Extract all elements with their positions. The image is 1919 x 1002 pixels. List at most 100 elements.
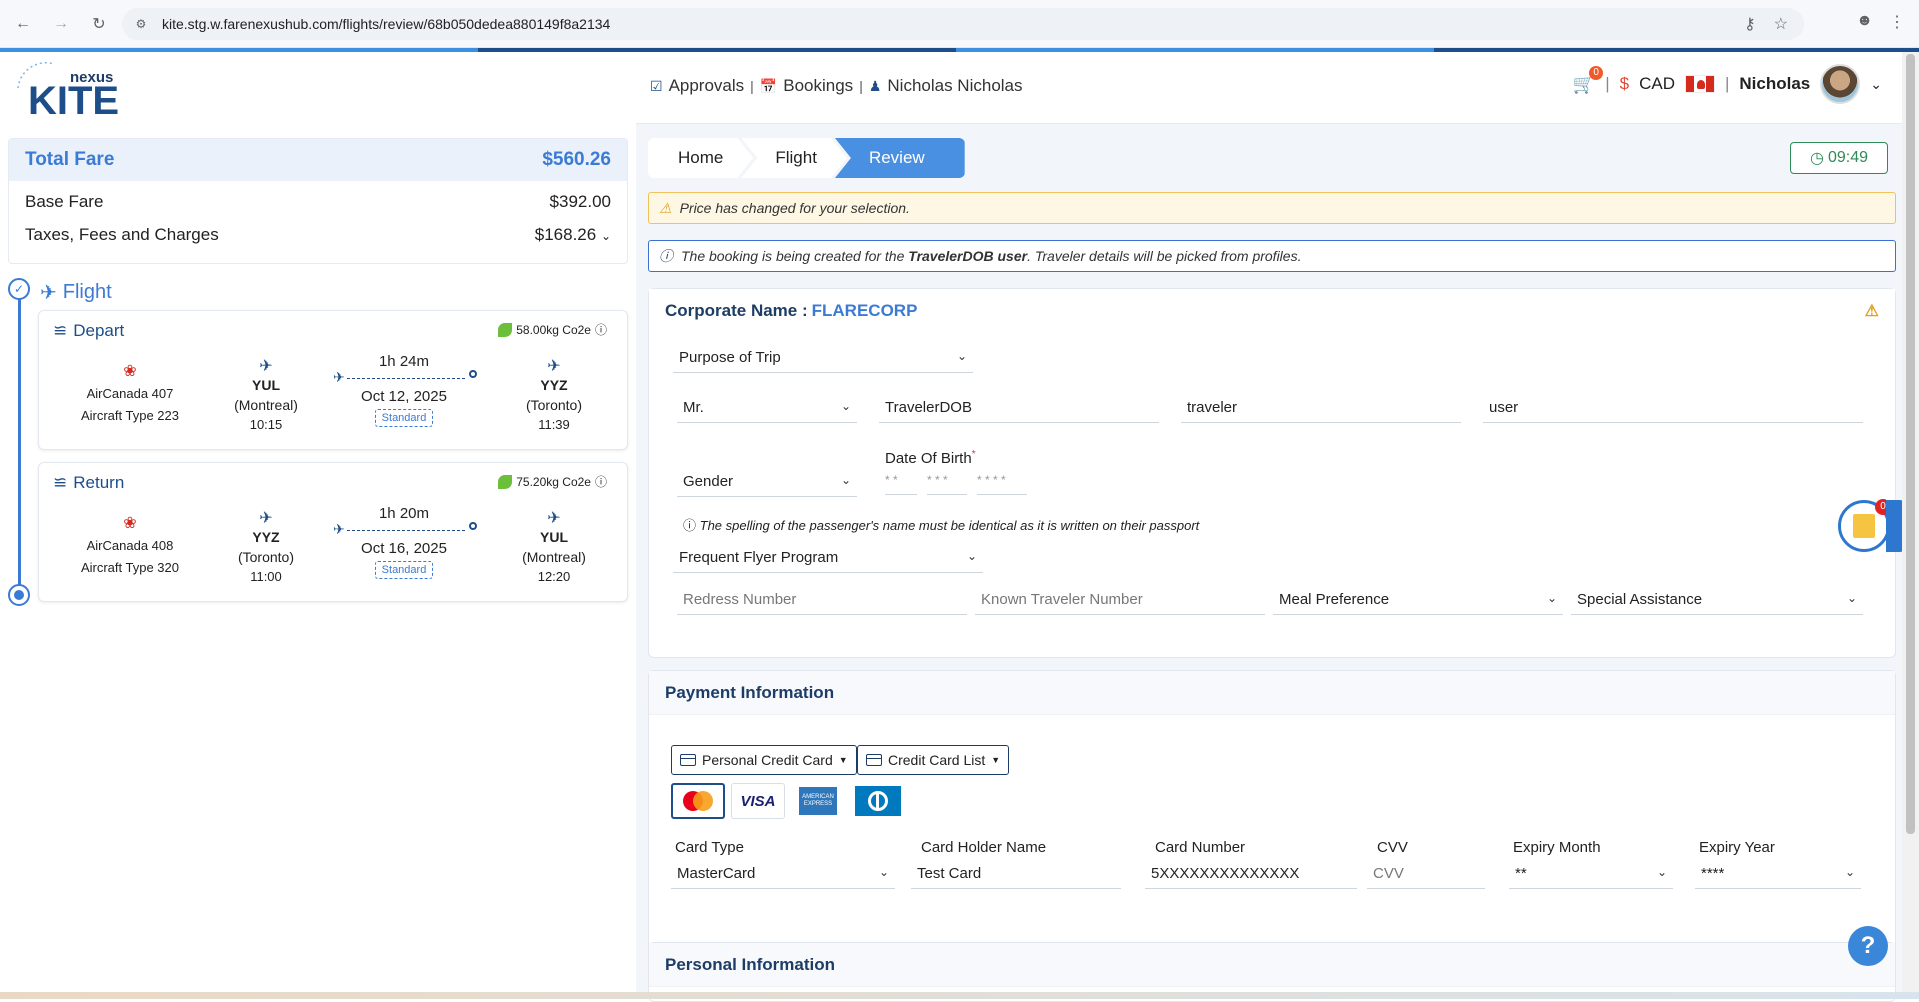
chevron-down-icon: ⌄ <box>956 349 967 363</box>
reload-icon[interactable]: ↻ <box>84 9 114 39</box>
cart-button[interactable]: 🛒 0 <box>1573 65 1604 95</box>
card-type-select[interactable]: MasterCard ⌄ <box>671 859 895 889</box>
depart-to-time: 11:39 <box>538 417 570 432</box>
profile-icon[interactable]: ☻ <box>1856 12 1873 32</box>
info-icon: ⓘ <box>683 518 697 533</box>
notes-widget[interactable]: 0 <box>1838 499 1891 552</box>
shield-check-icon: ☑ <box>650 77 663 94</box>
frequent-flyer-select[interactable]: Frequent Flyer Program ⌄ <box>673 543 983 573</box>
nav-divider: | <box>1724 74 1730 93</box>
chevron-down-icon[interactable]: ⌄ <box>1870 76 1882 93</box>
kite-logo[interactable]: nexus KITE <box>14 58 134 123</box>
url-text[interactable]: kite.stg.w.farenexushub.com/flights/revi… <box>162 16 610 32</box>
plane-icon: ✈ <box>333 369 345 385</box>
credit-card-list-dropdown[interactable]: Credit Card List ▼ <box>857 745 1010 775</box>
personal-info-title: Personal Information <box>649 943 1895 987</box>
expiry-year-select[interactable]: **** ⌄ <box>1695 859 1861 889</box>
taxes-toggle[interactable]: $168.26 ⌄ <box>535 225 611 245</box>
left-summary-panel: nexus KITE Total Fare $560.26 Base Fare … <box>0 52 636 992</box>
card-type-label: Card Type <box>675 839 744 856</box>
title-select[interactable]: Mr. ⌄ <box>677 393 857 423</box>
breadcrumb: Home Flight Review <box>648 138 965 178</box>
depart-from-time: 10:15 <box>249 417 283 432</box>
warning-icon[interactable]: ⚠ <box>1865 301 1879 321</box>
breadcrumb-flight[interactable]: Flight <box>741 138 847 178</box>
expiry-month-select[interactable]: ** ⌄ <box>1509 859 1673 889</box>
info-icon[interactable]: ⓘ <box>595 473 607 490</box>
depart-label: Depart <box>73 321 125 340</box>
meal-preference-select[interactable]: Meal Preference ⌄ <box>1273 585 1563 615</box>
last-name-input[interactable]: user <box>1483 393 1863 423</box>
price-change-alert: ⚠ Price has changed for your selection. <box>648 192 1896 224</box>
corporate-label: Corporate Name : <box>665 301 808 320</box>
depart-card: ≌ Depart 58.00kg Co2e ⓘ ❀ AirCanada 407 Ai… <box>38 310 628 450</box>
depart-from-city: (Montreal) <box>234 397 298 413</box>
card-holder-input[interactable]: Test Card <box>911 859 1121 889</box>
forward-icon[interactable]: → <box>46 9 76 39</box>
breadcrumb-home[interactable]: Home <box>648 138 753 178</box>
menu-dots-icon[interactable]: ⋮ <box>1889 12 1905 32</box>
redress-number-input[interactable]: Redress Number <box>677 585 967 615</box>
amex-option[interactable]: AMERICAN EXPRESS <box>791 783 845 819</box>
visa-option[interactable]: VISA <box>731 783 785 819</box>
return-to-city: (Montreal) <box>522 549 586 565</box>
depart-aircraft: Aircraft Type 223 <box>80 408 180 423</box>
back-icon[interactable]: ← <box>8 9 38 39</box>
currency-symbol: $ <box>1619 74 1630 93</box>
nav-bookings[interactable]: Bookings <box>783 76 853 96</box>
cvv-label: CVV <box>1377 839 1408 856</box>
credit-card-icon <box>680 754 696 766</box>
session-timer: ◷ 09:49 <box>1790 142 1888 174</box>
dob-month-select[interactable]: * * * <box>927 473 967 495</box>
key-icon[interactable]: ⚷ <box>1744 14 1756 34</box>
calendar-check-icon: 📅 <box>759 77 778 94</box>
first-name-input[interactable]: TravelerDOB <box>879 393 1159 423</box>
address-bar[interactable]: ⚙ kite.stg.w.farenexushub.com/flights/re… <box>122 8 1804 40</box>
card-number-input[interactable]: 5XXXXXXXXXXXXXX <box>1145 859 1357 889</box>
breadcrumb-review[interactable]: Review <box>834 138 965 178</box>
avatar[interactable] <box>1820 64 1861 104</box>
nav-approvals[interactable]: Approvals <box>669 76 745 96</box>
payment-title: Payment Information <box>649 671 1895 715</box>
mastercard-option[interactable] <box>671 783 725 819</box>
passport-note: ⓘ The spelling of the passenger's name m… <box>683 518 1200 533</box>
visa-icon: VISA <box>740 792 776 810</box>
svg-text:KITE: KITE <box>28 79 119 120</box>
taskbar-strip <box>0 992 1919 999</box>
diners-option[interactable] <box>851 783 905 819</box>
personal-credit-card-dropdown[interactable]: Personal Credit Card ▼ <box>671 745 857 775</box>
return-airline: AirCanada 408 <box>86 538 174 553</box>
warning-icon: ⚠ <box>659 199 672 216</box>
depart-from-code: YUL <box>252 377 280 393</box>
user-menu-name[interactable]: Nicholas <box>1739 74 1810 94</box>
return-from-city: (Toronto) <box>237 549 295 565</box>
scrollbar[interactable] <box>1902 52 1919 992</box>
bookmark-star-icon[interactable]: ☆ <box>1774 14 1788 34</box>
takeoff-icon: ✈ <box>259 358 273 375</box>
dob-year-select[interactable]: * * * * <box>977 473 1027 495</box>
purpose-of-trip-select[interactable]: Purpose of Trip ⌄ <box>673 343 973 373</box>
chevron-down-icon: ⌄ <box>1846 591 1857 605</box>
info-icon[interactable]: ⓘ <box>595 321 607 338</box>
cvv-input[interactable]: CVV <box>1367 859 1485 889</box>
special-assistance-select[interactable]: Special Assistance ⌄ <box>1571 585 1863 615</box>
site-info-icon[interactable]: ⚙ <box>132 15 150 33</box>
card-holder-label: Card Holder Name <box>921 839 1047 856</box>
base-fare-value: $392.00 <box>549 191 611 211</box>
currency-selector[interactable]: CAD <box>1639 74 1675 94</box>
leaf-icon <box>498 474 513 489</box>
dob-day-select[interactable]: * * <box>885 473 917 495</box>
nav-divider: | <box>859 78 863 94</box>
depart-to-city: (Toronto) <box>525 397 583 413</box>
landing-icon: ✈ <box>547 358 561 375</box>
return-card: ≌ Return 75.20kg Co2e ⓘ ❀ AirCanada 408 Ai… <box>38 462 628 602</box>
nav-user-fullname[interactable]: Nicholas Nicholas <box>887 76 1022 96</box>
known-traveler-input[interactable]: Known Traveler Number <box>975 585 1265 615</box>
scrollbar-thumb[interactable] <box>1906 54 1915 834</box>
help-button[interactable]: ? <box>1848 926 1888 966</box>
gender-select[interactable]: Gender ⌄ <box>677 467 857 497</box>
chevron-down-icon: ⌄ <box>878 865 889 879</box>
return-to-time: 12:20 <box>537 569 571 584</box>
middle-name-input[interactable]: traveler <box>1181 393 1461 423</box>
card-number-label: Card Number <box>1155 839 1246 856</box>
